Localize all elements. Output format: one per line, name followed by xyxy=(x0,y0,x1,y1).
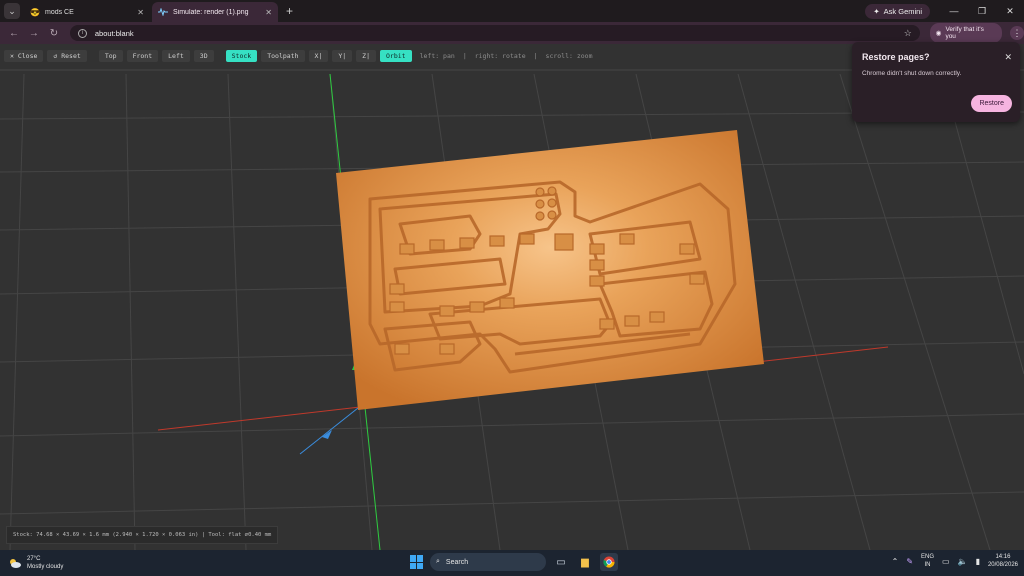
show-hidden-icons-chevron-icon[interactable]: ⌃ xyxy=(892,557,899,566)
volume-icon[interactable]: 🔈 xyxy=(958,557,968,566)
verify-identity-chip[interactable]: ◉ Verify that it's you xyxy=(929,23,1003,43)
windows-taskbar: 27°C Mostly cloudy ⌕ Search ▭ ▆ ⌃ ✎ ENG … xyxy=(0,550,1024,576)
task-view-icon[interactable]: ▭ xyxy=(552,553,570,571)
cloud-sun-icon xyxy=(10,559,21,568)
pen-icon[interactable]: ✎ xyxy=(906,557,913,566)
waveform-icon xyxy=(158,7,168,17)
pcb-stock xyxy=(336,130,764,410)
profile-icon: ◉ xyxy=(935,30,942,37)
search-label: Search xyxy=(445,558,469,566)
hint-zoom: scroll: zoom xyxy=(545,52,593,60)
tab-close-icon[interactable]: ✕ xyxy=(265,8,272,17)
dialog-title: Restore pages? xyxy=(862,52,930,62)
sunglasses-face-icon: 😎 xyxy=(30,7,40,17)
stock-status-line: Stock: 74.68 × 43.69 × 1.6 mm (2.940 × 1… xyxy=(6,526,279,544)
weather-text: Mostly cloudy xyxy=(27,564,64,570)
view-top-button[interactable]: Top xyxy=(98,50,123,62)
tab-close-icon[interactable]: ✕ xyxy=(137,8,144,17)
view-left-button[interactable]: Left xyxy=(162,50,190,62)
z-axis-line xyxy=(299,407,359,455)
ask-gemini-label: Ask Gemini xyxy=(883,6,922,16)
restore-window-icon[interactable]: ❐ xyxy=(968,6,996,17)
close-sim-button[interactable]: ✕ Close xyxy=(4,50,44,62)
tab-search-icon[interactable]: ⌄ xyxy=(4,3,20,19)
z-axis-toggle[interactable]: Z| xyxy=(356,50,376,62)
tab-simulate[interactable]: Simulate: render (1).png ✕ xyxy=(152,2,278,22)
dialog-message: Chrome didn't shut down correctly. xyxy=(862,70,962,77)
language-indicator[interactable]: ENG IN xyxy=(921,553,934,569)
restore-button[interactable]: Restore xyxy=(971,95,1012,112)
date-text: 20/08/2026 xyxy=(987,562,1018,568)
clock[interactable]: 14:16 20/08/2026 xyxy=(988,553,1018,569)
browser-menu-icon[interactable]: ⋮ xyxy=(1010,26,1024,40)
address-bar[interactable]: i about:blank ☆ xyxy=(69,25,920,41)
simulator-toolbar: ✕ Close ↺ Reset Top Front Left 3D Stock … xyxy=(4,50,593,62)
close-window-icon[interactable]: ✕ xyxy=(996,6,1024,17)
lang-bottom: IN xyxy=(924,562,931,568)
hint-rotate: right: rotate xyxy=(474,52,526,60)
restore-pages-dialog: Restore pages? ✕ Chrome didn't shut down… xyxy=(852,42,1020,122)
chrome-icon[interactable] xyxy=(600,553,618,571)
stock-toggle[interactable]: Stock xyxy=(225,50,258,62)
tab-mods-ce[interactable]: 😎 mods CE ✕ xyxy=(24,2,150,22)
site-info-icon[interactable]: i xyxy=(77,28,87,38)
y-axis-toggle[interactable]: Y| xyxy=(332,50,353,62)
view-front-button[interactable]: Front xyxy=(126,50,159,62)
tab-title: Simulate: render (1).png xyxy=(173,8,249,16)
sparkle-icon: ✦ xyxy=(873,6,880,16)
browser-tab-bar: ⌄ 😎 mods CE ✕ Simulate: render (1).png ✕… xyxy=(0,0,1024,22)
weather-widget[interactable]: 27°C Mostly cloudy xyxy=(8,555,63,571)
minimize-icon[interactable]: — xyxy=(940,6,968,16)
taskbar-search[interactable]: ⌕ Search xyxy=(430,553,546,571)
reload-icon[interactable]: ↻ xyxy=(44,28,64,39)
bookmark-star-icon[interactable]: ☆ xyxy=(904,28,912,39)
orbit-toggle[interactable]: Orbit xyxy=(380,50,412,62)
dialog-close-icon[interactable]: ✕ xyxy=(1004,52,1012,63)
battery-icon[interactable]: ▮ xyxy=(976,557,980,566)
temperature-text: 27°C xyxy=(27,556,41,562)
back-arrow-icon[interactable]: ← xyxy=(4,28,24,39)
windows-start-icon[interactable] xyxy=(410,555,424,569)
search-icon: ⌕ xyxy=(436,558,440,565)
tab-title: mods CE xyxy=(45,8,74,16)
verify-label: Verify that it's you xyxy=(945,26,984,40)
url-text: about:blank xyxy=(94,28,134,38)
reset-view-button[interactable]: ↺ Reset xyxy=(47,50,87,62)
hint-pan: left: pan xyxy=(419,52,455,60)
x-axis-toggle[interactable]: X| xyxy=(308,50,329,62)
z-axis-arrow xyxy=(322,430,332,439)
forward-arrow-icon[interactable]: → xyxy=(24,28,44,39)
time-text: 14:16 xyxy=(995,554,1011,560)
ask-gemini-button[interactable]: ✦ Ask Gemini xyxy=(865,3,930,19)
network-icon[interactable]: ▭ xyxy=(942,557,950,566)
file-explorer-icon[interactable]: ▆ xyxy=(576,553,594,571)
new-tab-button[interactable]: + xyxy=(286,4,293,18)
toolpath-toggle[interactable]: Toolpath xyxy=(261,50,305,62)
view-3d-button[interactable]: 3D xyxy=(193,50,214,62)
lang-top: ENG xyxy=(921,554,935,560)
browser-toolbar: ← → ↻ i about:blank ☆ ◉ Verify that it's… xyxy=(0,22,1024,44)
